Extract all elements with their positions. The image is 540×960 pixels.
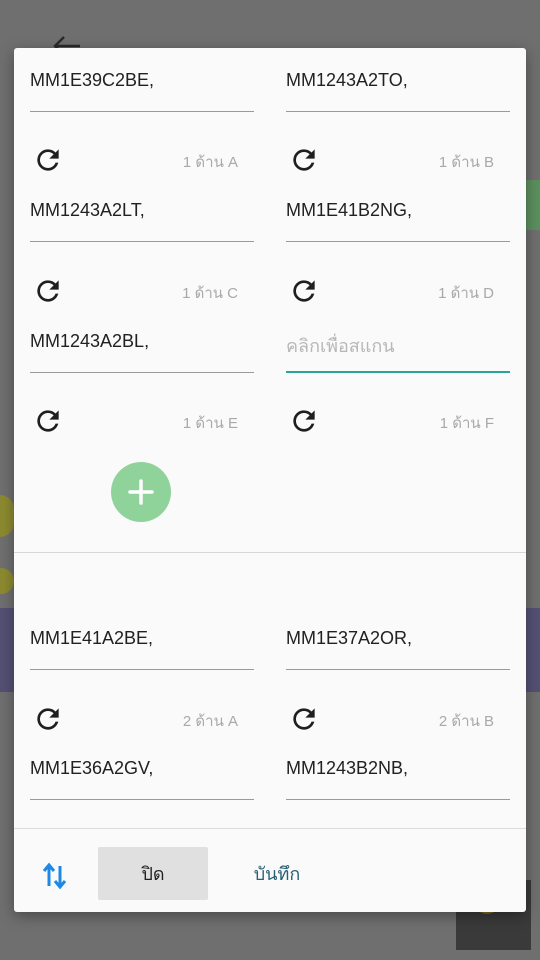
code-field-2b[interactable]: MM1E37A2OR, [286, 614, 510, 670]
code-field-2a[interactable]: MM1E41A2BE, [30, 614, 254, 670]
field-underline [286, 111, 510, 112]
footer-divider [14, 828, 526, 829]
field-underline [286, 669, 510, 670]
refresh-icon[interactable] [288, 703, 320, 735]
swap-vertical-icon[interactable] [40, 860, 70, 892]
refresh-icon[interactable] [32, 703, 64, 735]
field-underline [30, 669, 254, 670]
side-label-1c: 1 ด้าน C [182, 285, 238, 302]
side-label-1f: 1 ด้าน F [439, 415, 494, 432]
field-underline [30, 111, 254, 112]
refresh-icon[interactable] [288, 275, 320, 307]
scan-placeholder: คลิกเพื่อสแกน [286, 336, 395, 356]
background-yellow-shape [0, 495, 14, 537]
side-label-2a: 2 ด้าน A [182, 713, 238, 730]
code-field-1d[interactable]: MM1E41B2NG, [286, 186, 510, 242]
background-green-strip [526, 180, 540, 230]
code-value: MM1E37A2OR, [286, 628, 413, 648]
code-field-2c[interactable]: MM1E36A2GV, [30, 744, 254, 800]
close-button[interactable]: ปิด [98, 847, 208, 900]
field-underline [286, 799, 510, 800]
refresh-icon[interactable] [32, 275, 64, 307]
field-underline [30, 241, 254, 242]
side-label-1e: 1 ด้าน E [182, 415, 238, 432]
code-value: MM1243A2BL, [30, 331, 150, 351]
code-value: MM1E39C2BE, [30, 70, 155, 90]
code-field-1c[interactable]: MM1243A2LT, [30, 186, 254, 242]
scan-dialog: MM1E39C2BE, MM1243A2TO, 1 ด้าน A 1 ด้าน … [14, 48, 526, 912]
refresh-icon[interactable] [288, 144, 320, 176]
refresh-icon[interactable] [288, 405, 320, 437]
code-value: MM1E36A2GV, [30, 758, 154, 778]
code-field-1e[interactable]: MM1243A2BL, [30, 317, 254, 373]
code-field-1b[interactable]: MM1243A2TO, [286, 56, 510, 112]
side-label-1a: 1 ด้าน A [182, 154, 238, 171]
field-underline [30, 799, 254, 800]
code-field-1a[interactable]: MM1E39C2BE, [30, 56, 254, 112]
field-underline [286, 241, 510, 242]
code-value: MM1243A2TO, [286, 70, 408, 90]
code-field-2d[interactable]: MM1243B2NB, [286, 744, 510, 800]
side-label-1b: 1 ด้าน B [438, 154, 494, 171]
side-label-1d: 1 ด้าน D [438, 285, 494, 302]
code-value: MM1E41A2BE, [30, 628, 154, 648]
code-value: MM1243B2NB, [286, 758, 409, 778]
refresh-icon[interactable] [32, 144, 64, 176]
background-yellow-shape [0, 568, 14, 594]
section-divider [14, 552, 526, 553]
code-value: MM1243A2LT, [30, 200, 145, 220]
add-button[interactable] [111, 462, 171, 522]
add-icon [128, 479, 154, 505]
save-button[interactable]: บันทึก [234, 847, 320, 900]
refresh-icon[interactable] [32, 405, 64, 437]
field-underline [30, 372, 254, 373]
field-underline-active [286, 371, 510, 373]
code-field-1f[interactable]: คลิกเพื่อสแกน [286, 317, 510, 373]
side-label-2b: 2 ด้าน B [438, 713, 494, 730]
code-value: MM1E41B2NG, [286, 200, 413, 220]
